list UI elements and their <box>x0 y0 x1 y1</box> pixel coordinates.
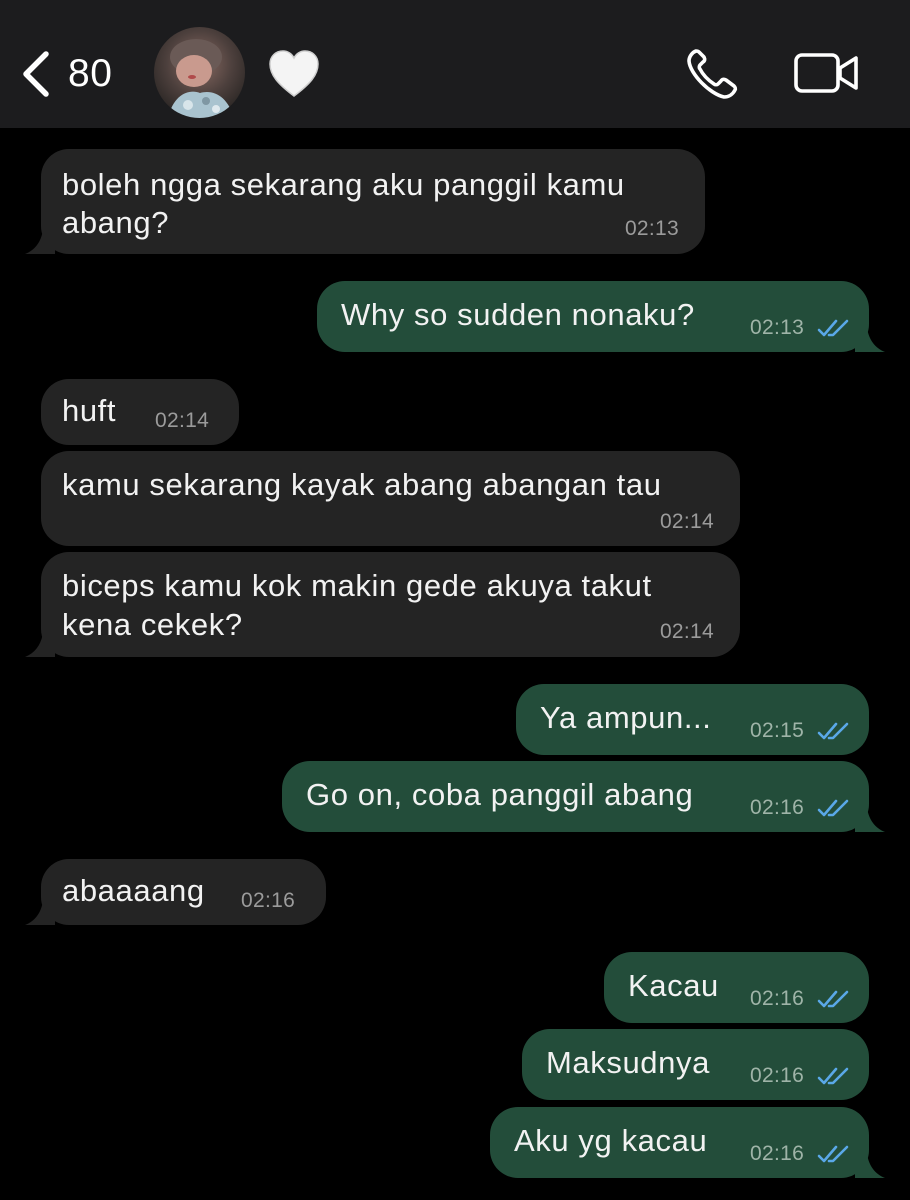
message-text: abaaaang <box>62 873 205 908</box>
bubble-tail <box>25 230 55 254</box>
double-check-read-icon <box>817 990 849 1008</box>
double-check-read-icon <box>817 1067 849 1085</box>
double-check-read-icon <box>817 319 849 337</box>
bubble-tail <box>25 901 55 925</box>
message-time: 02:16 <box>750 796 805 819</box>
message-text-line: abang? <box>62 205 170 240</box>
outgoing-message[interactable]: Kacau 02:16 <box>604 952 869 1023</box>
message-text: Kacau <box>628 968 719 1003</box>
double-check-read-icon <box>817 1145 849 1163</box>
message-text-line: boleh ngga sekarang aku panggil kamu <box>62 167 625 202</box>
video-call-icon[interactable] <box>794 50 860 96</box>
message-time: 02:14 <box>659 510 714 533</box>
outgoing-message[interactable]: Maksudnya 02:16 <box>522 1029 869 1100</box>
message-text: Ya ampun... <box>540 700 712 735</box>
avatar-photo <box>154 27 245 118</box>
message-text-line: biceps kamu kok makin gede akuya takut <box>62 568 652 603</box>
incoming-message[interactable]: huft 02:14 <box>41 379 239 445</box>
bubble-tail <box>855 808 885 832</box>
message-time: 02:14 <box>659 620 714 643</box>
bubble-tail <box>855 1154 885 1178</box>
message-text: Aku yg kacau <box>514 1123 708 1158</box>
incoming-message[interactable]: kamu sekarang kayak abang abangan tau 02… <box>41 451 740 546</box>
message-time: 02:14 <box>155 409 210 432</box>
outgoing-message[interactable]: Why so sudden nonaku? 02:13 <box>317 281 885 352</box>
message-text: huft <box>62 393 117 428</box>
bubble-tail <box>25 633 55 657</box>
incoming-message[interactable]: biceps kamu kok makin gede akuya takut k… <box>25 552 740 657</box>
phone-call-icon[interactable] <box>684 46 742 102</box>
incoming-message[interactable]: boleh ngga sekarang aku panggil kamu aba… <box>25 149 705 254</box>
message-time: 02:15 <box>750 719 805 742</box>
chat-header: 80 <box>0 0 910 128</box>
message-text: Maksudnya <box>546 1045 710 1080</box>
message-text-line: kena cekek? <box>62 607 243 642</box>
outgoing-message[interactable]: Ya ampun... 02:15 <box>516 684 869 755</box>
outgoing-message[interactable]: Aku yg kacau 02:16 <box>490 1107 885 1178</box>
message-time: 02:16 <box>241 889 296 912</box>
message-time: 02:13 <box>624 217 679 240</box>
message-time: 02:16 <box>750 987 805 1010</box>
back-button[interactable]: 80 <box>18 46 112 102</box>
message-text: kamu sekarang kayak abang abangan tau <box>62 467 662 502</box>
message-text: Go on, coba panggil abang <box>306 777 694 812</box>
unread-count: 80 <box>68 52 113 95</box>
avatar[interactable] <box>154 27 245 118</box>
white-heart-icon <box>269 50 319 97</box>
double-check-read-icon <box>817 722 849 740</box>
message-text: Why so sudden nonaku? <box>341 297 695 332</box>
double-check-read-icon <box>817 799 849 817</box>
outgoing-message[interactable]: Go on, coba panggil abang 02:16 <box>282 761 885 832</box>
message-time: 02:13 <box>750 316 805 339</box>
bubble-tail <box>855 328 885 352</box>
incoming-message[interactable]: abaaaang 02:16 <box>25 859 326 925</box>
message-time: 02:16 <box>750 1064 805 1087</box>
message-time: 02:16 <box>750 1142 805 1165</box>
chevron-left-icon <box>23 51 49 97</box>
